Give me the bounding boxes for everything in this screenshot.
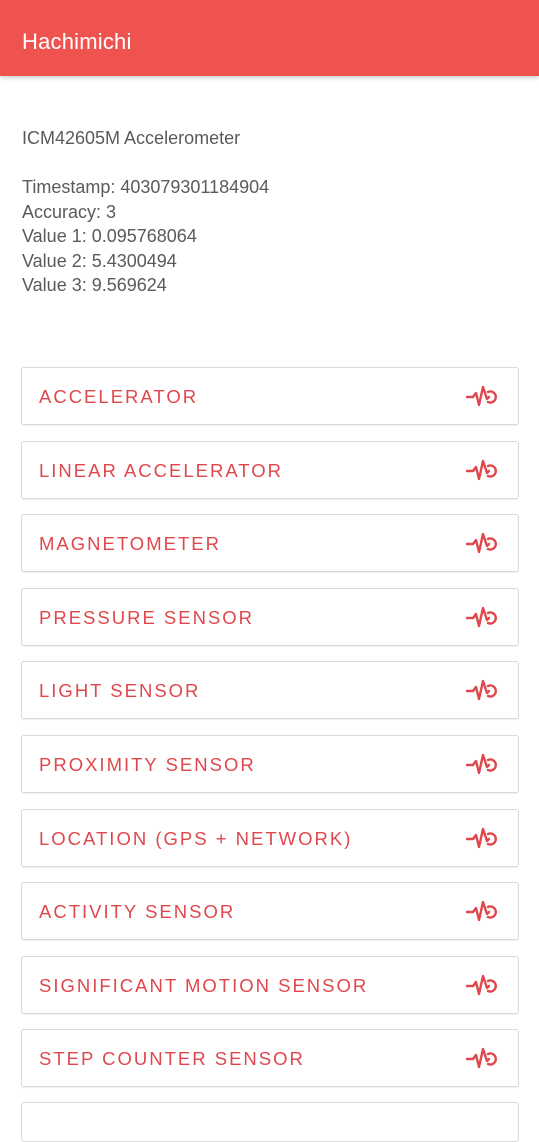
sensor-pulse-icon [466,385,497,407]
magnetometer-button[interactable]: MAGNETOMETER [21,514,519,573]
sensor-accuracy: Accuracy: 3 [22,201,117,222]
sensor-pulse-icon [466,606,497,627]
sensor-name: ICM42605M Accelerometer [22,128,241,148]
next-sensor-button-partial[interactable] [21,1102,519,1142]
sensor-value-3: Value 3: 9.569624 [22,275,167,295]
magnetometer-button-label: MAGNETOMETER [39,533,221,555]
app-bar: Hachimichi [0,0,539,76]
step-counter-sensor-button[interactable]: STEP COUNTER SENSOR [21,1029,519,1088]
step-counter-sensor-button-label: STEP COUNTER SENSOR [39,1048,305,1070]
app-title: Hachimichi [22,29,132,54]
sensor-pulse-icon [466,900,497,922]
proximity-sensor-button[interactable]: PROXIMITY SENSOR [21,734,519,793]
linear-accelerator-button-label: LINEAR ACCELERATOR [39,459,284,481]
light-sensor-button-label: LIGHT SENSOR [39,680,201,702]
sensor-pulse-icon [466,459,497,480]
sensor-pulse-icon [466,532,497,554]
light-sensor-button[interactable]: LIGHT SENSOR [21,661,519,720]
accelerator-button[interactable]: ACCELERATOR [21,367,519,425]
sensor-pulse-icon [466,1048,497,1069]
sensor-pulse-icon [466,827,497,848]
linear-accelerator-button[interactable]: LINEAR ACCELERATOR [21,440,519,499]
sensor-pulse-icon [466,753,497,775]
location-button-label: LOCATION (GPS + NETWORK) [39,827,353,849]
sensor-info-panel: ICM42605M Accelerometer Timestamp: 40307… [22,126,269,298]
significant-motion-sensor-button-label: SIGNIFICANT MOTION SENSOR [39,974,369,996]
sensor-pulse-icon [466,974,497,995]
pressure-sensor-button[interactable]: PRESSURE SENSOR [21,587,519,646]
sensor-timestamp: Timestamp: 403079301184904 [22,177,270,197]
accelerator-button-label: ACCELERATOR [39,386,199,407]
activity-sensor-button[interactable]: ACTIVITY SENSOR [21,882,519,941]
significant-motion-sensor-button[interactable]: SIGNIFICANT MOTION SENSOR [21,955,519,1014]
sensor-pulse-icon [466,680,497,701]
sensor-value-2: Value 2: 5.4300494 [22,250,177,271]
sensor-button-list: ACCELERATOR LINEAR ACCELERATOR MAGNETOME… [21,367,519,1103]
proximity-sensor-button-label: PROXIMITY SENSOR [39,753,256,775]
pressure-sensor-button-label: PRESSURE SENSOR [39,606,255,628]
location-button[interactable]: LOCATION (GPS + NETWORK) [21,808,519,867]
activity-sensor-button-label: ACTIVITY SENSOR [39,901,236,923]
sensor-value-1: Value 1: 0.095768064 [22,226,197,246]
